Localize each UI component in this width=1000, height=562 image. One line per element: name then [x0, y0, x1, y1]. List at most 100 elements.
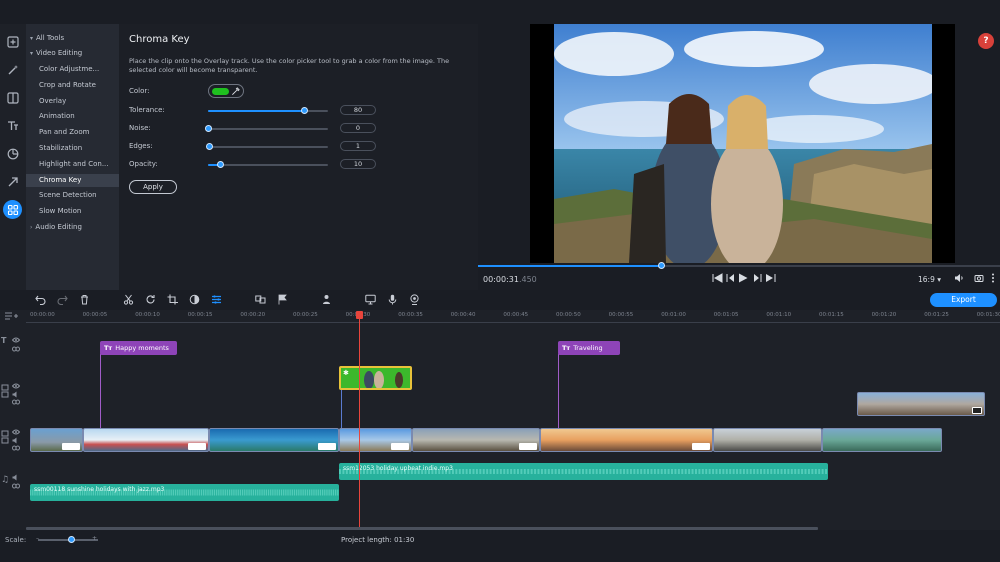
webcam-icon[interactable] — [409, 294, 420, 305]
snapshot-icon[interactable] — [974, 273, 984, 283]
playhead[interactable] — [359, 312, 360, 528]
apply-button[interactable]: Apply — [129, 180, 177, 194]
video-clip[interactable] — [209, 428, 339, 452]
edges-slider-knob[interactable] — [206, 143, 214, 150]
clip-properties-icon[interactable] — [211, 294, 222, 305]
preview-progress-bar[interactable] — [478, 262, 1000, 269]
audio-clip-jazz[interactable]: ssm00118 sunshine holidays with jazz.mp3 — [30, 484, 339, 501]
link-icon[interactable] — [12, 346, 20, 352]
color-picker-control[interactable] — [208, 84, 244, 98]
tools-item-all-tools[interactable]: ▾ All Tools — [26, 32, 119, 45]
redo-icon[interactable] — [57, 294, 68, 306]
eyedropper-icon[interactable] — [231, 87, 240, 96]
transition-marker[interactable] — [188, 443, 206, 450]
video-clip[interactable] — [540, 428, 713, 452]
zoom-in-icon[interactable]: + — [92, 535, 97, 542]
tools-item-chroma-key[interactable]: Chroma Key — [26, 174, 119, 187]
scale-slider-knob[interactable] — [68, 536, 75, 543]
microphone-icon[interactable] — [387, 294, 398, 305]
visibility-eye-icon[interactable] — [12, 382, 20, 390]
tolerance-slider-knob[interactable] — [301, 107, 308, 114]
crop-icon[interactable] — [167, 294, 178, 305]
tolerance-slider[interactable] — [208, 107, 328, 114]
video-preview[interactable] — [530, 24, 955, 263]
edges-value[interactable]: 1 — [340, 141, 376, 151]
opacity-slider-knob[interactable] — [217, 161, 224, 168]
record-voice-icon[interactable] — [321, 294, 332, 305]
link-icon[interactable] — [12, 445, 20, 451]
overlay-clip[interactable] — [857, 392, 985, 416]
transition-marker[interactable] — [391, 443, 409, 450]
title-clip-happy-moments[interactable]: Tт Happy moments — [100, 341, 177, 355]
tools-item-crop-rotate[interactable]: Crop and Rotate — [26, 79, 119, 92]
rotate-icon[interactable] — [145, 294, 156, 305]
video-clip[interactable] — [339, 428, 412, 452]
video-clip[interactable] — [30, 428, 83, 452]
tools-item-slow-motion[interactable]: Slow Motion — [26, 205, 119, 218]
more-tools-icon[interactable] — [3, 200, 22, 219]
transition-marker[interactable] — [318, 443, 336, 450]
cut-icon[interactable] — [123, 294, 134, 305]
speaker-icon[interactable] — [12, 474, 20, 481]
frame-forward-icon[interactable] — [753, 273, 763, 283]
magic-wand-icon[interactable] — [3, 60, 22, 79]
transition-wizard-icon[interactable] — [255, 294, 266, 305]
title-clip-traveling[interactable]: Tт Traveling — [558, 341, 620, 355]
ruler-tick-label: 00:00:40 — [450, 312, 476, 318]
opacity-value[interactable]: 10 — [340, 159, 376, 169]
tools-item-stabilization[interactable]: Stabilization — [26, 142, 119, 155]
transitions-icon[interactable] — [3, 88, 22, 107]
link-icon[interactable] — [12, 483, 20, 489]
titles-icon[interactable] — [3, 116, 22, 135]
transition-marker[interactable] — [692, 443, 710, 450]
timeline[interactable]: 00:00:00 00:00:05 00:00:10 00:00:15 00:00:20… — [0, 310, 1000, 530]
edges-slider[interactable] — [206, 143, 328, 150]
transition-marker[interactable] — [519, 443, 537, 450]
add-track-icon[interactable] — [4, 311, 18, 321]
video-clip[interactable] — [412, 428, 540, 452]
stickers-icon[interactable] — [3, 144, 22, 163]
tools-item-color-adjustments[interactable]: Color Adjustme... — [26, 63, 119, 76]
volume-icon[interactable] — [954, 273, 964, 283]
tools-item-highlight[interactable]: Highlight and Con... — [26, 158, 119, 171]
skip-forward-icon[interactable] — [765, 273, 777, 283]
help-button[interactable]: ? — [978, 33, 994, 49]
tools-item-video-editing[interactable]: ▾ Video Editing — [26, 47, 119, 60]
speaker-icon[interactable] — [12, 437, 20, 444]
frame-back-icon[interactable] — [725, 273, 735, 283]
visibility-eye-icon[interactable] — [12, 428, 20, 436]
play-icon[interactable] — [738, 273, 748, 283]
tools-item-scene-detection[interactable]: Scene Detection — [26, 189, 119, 202]
noise-slider[interactable] — [205, 125, 328, 132]
noise-slider-knob[interactable] — [205, 125, 212, 132]
skip-back-icon[interactable] — [711, 273, 723, 283]
more-options-icon[interactable] — [990, 273, 996, 283]
marker-flag-icon[interactable] — [277, 294, 288, 305]
transition-marker[interactable] — [62, 443, 80, 450]
link-icon[interactable] — [12, 399, 20, 405]
undo-icon[interactable] — [35, 294, 46, 306]
tolerance-value[interactable]: 80 — [340, 105, 376, 115]
video-clip[interactable] — [713, 428, 822, 452]
arrow-icon[interactable] — [3, 172, 22, 191]
color-adjust-icon[interactable] — [189, 294, 200, 305]
import-icon[interactable] — [3, 32, 22, 51]
tools-item-animation[interactable]: Animation — [26, 110, 119, 123]
delete-icon[interactable] — [79, 294, 90, 305]
tools-item-audio-editing[interactable]: › Audio Editing — [26, 221, 119, 234]
color-swatch[interactable] — [212, 88, 229, 95]
video-clip[interactable] — [822, 428, 942, 452]
aspect-ratio-select[interactable]: 16:9 ▾ — [918, 275, 941, 284]
video-clip[interactable] — [83, 428, 209, 452]
noise-value[interactable]: 0 — [340, 123, 376, 133]
tools-item-pan-zoom[interactable]: Pan and Zoom — [26, 126, 119, 139]
screen-record-icon[interactable] — [365, 294, 376, 305]
preview-progress-knob[interactable] — [657, 262, 665, 269]
audio-clip-upbeat[interactable]: ssm12053 holiday upbeat indie.mp3 — [339, 463, 828, 480]
export-button[interactable]: Export — [930, 293, 997, 307]
opacity-slider[interactable] — [208, 161, 328, 168]
overlay-clip-green-screen[interactable]: ✱ — [339, 366, 412, 390]
visibility-eye-icon[interactable] — [12, 336, 20, 344]
speaker-icon[interactable] — [12, 391, 20, 398]
tools-item-overlay[interactable]: Overlay — [26, 95, 119, 108]
